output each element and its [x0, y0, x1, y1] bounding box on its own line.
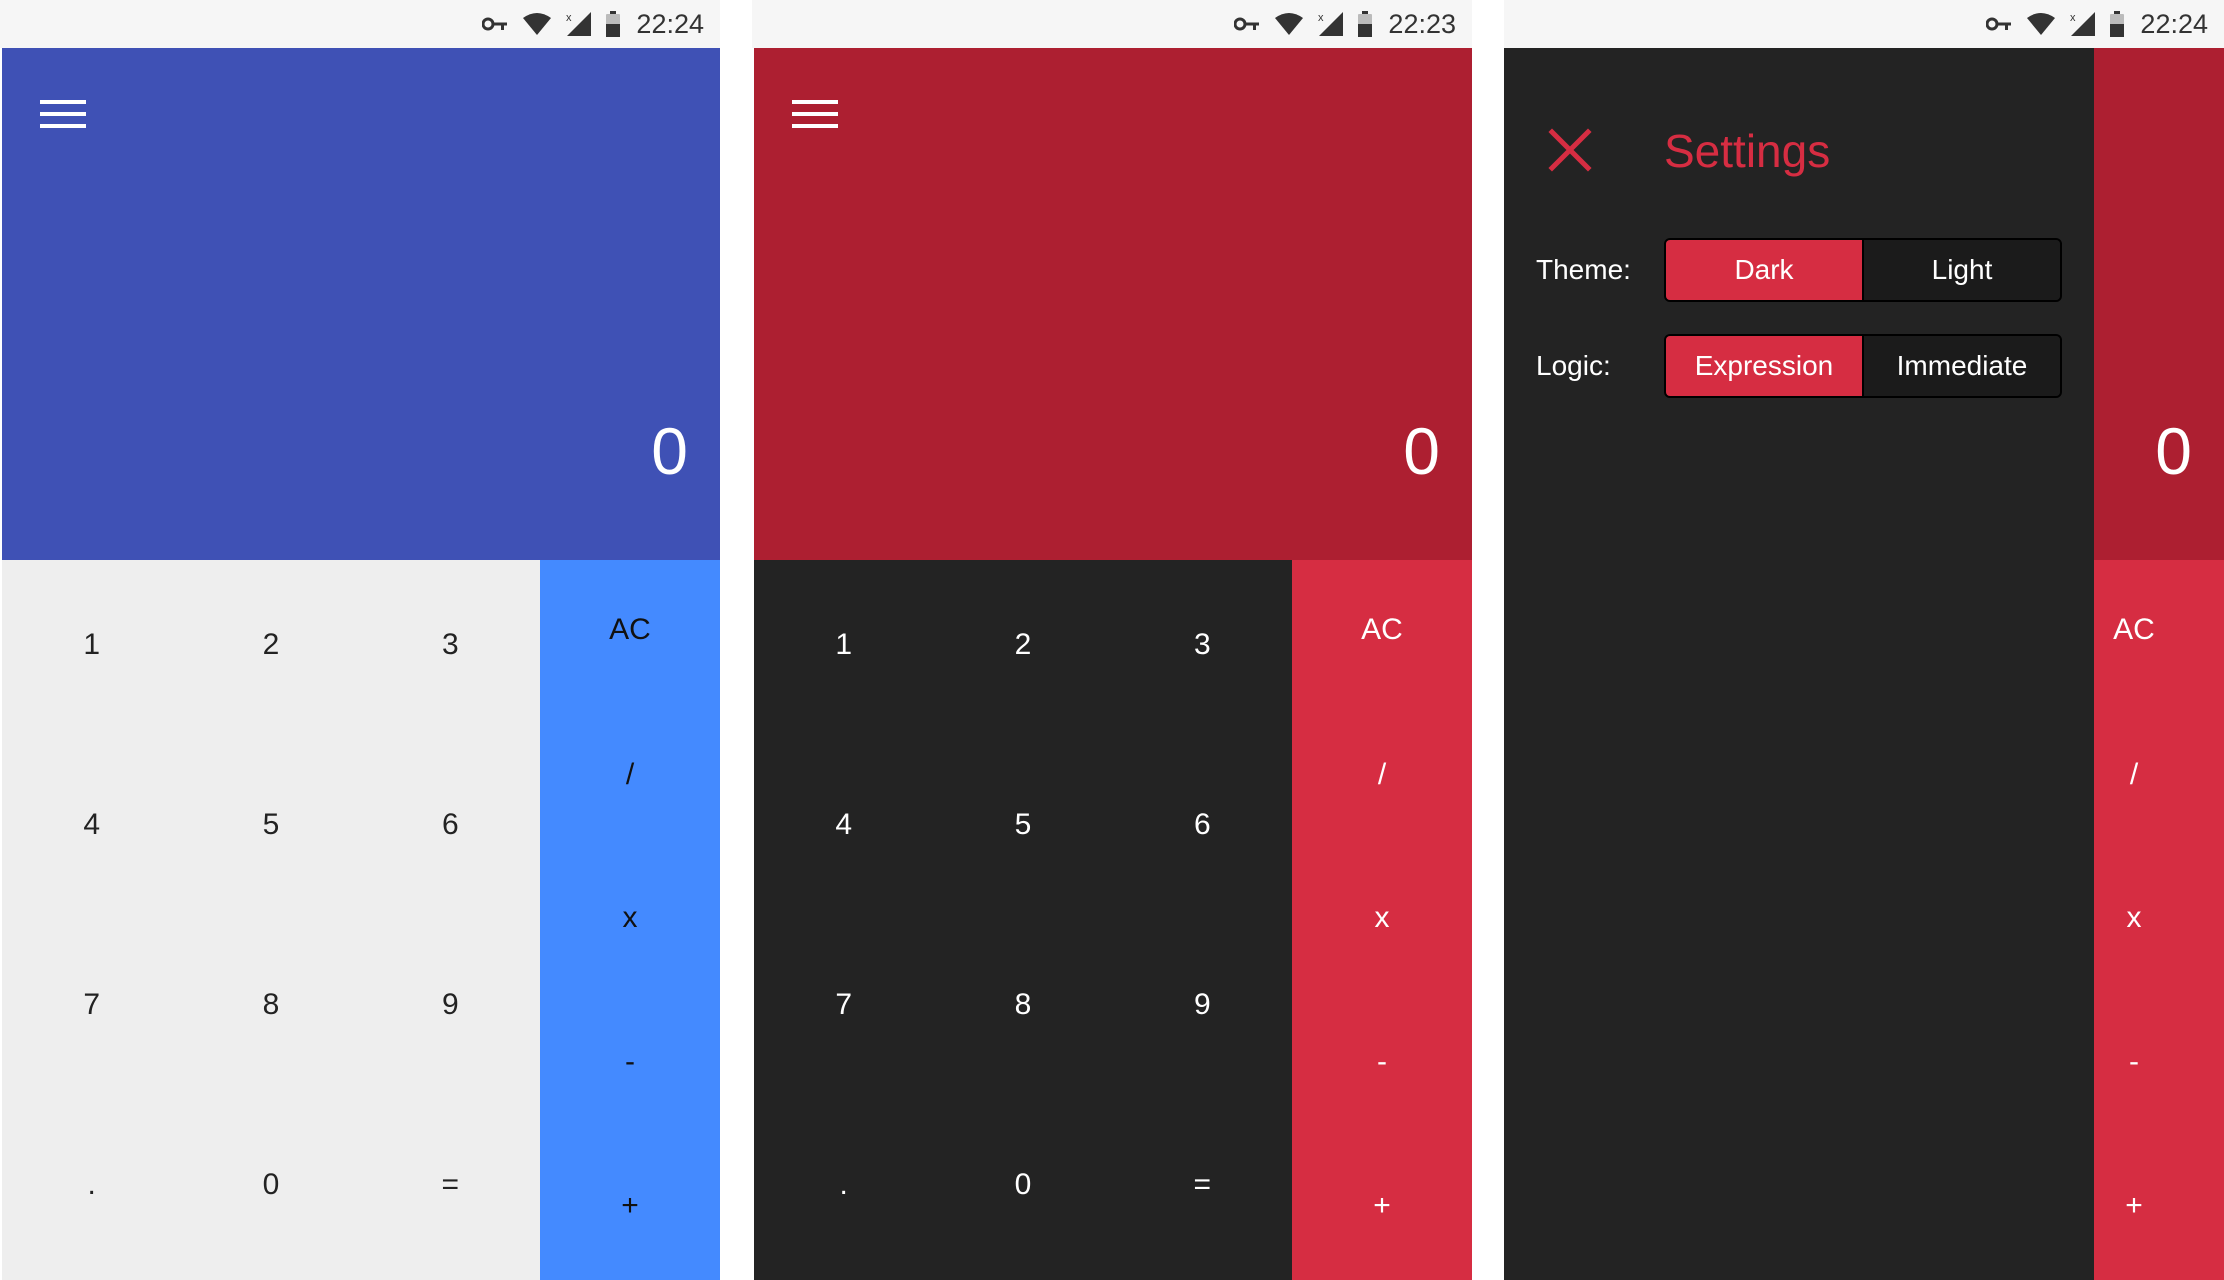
svg-text:x: x: [566, 12, 572, 24]
key-4[interactable]: 4: [754, 740, 933, 920]
key-5[interactable]: 5: [933, 740, 1112, 920]
theme-dark-option[interactable]: Dark: [1666, 240, 1862, 300]
divide-button[interactable]: /: [2094, 745, 2174, 805]
multiply-button[interactable]: x: [540, 888, 720, 948]
subtract-button[interactable]: -: [1292, 1032, 1472, 1092]
key-6[interactable]: 6: [1113, 740, 1292, 920]
calculator-screen-settings: x 22:24 0 AC / x - + Settings Theme: Dar…: [1504, 0, 2224, 1280]
operator-column: AC / x - +: [540, 560, 720, 1280]
menu-icon[interactable]: [38, 94, 88, 134]
theme-label: Theme:: [1536, 254, 1631, 285]
key-1[interactable]: 1: [754, 560, 933, 740]
key-5[interactable]: 5: [181, 740, 360, 920]
menu-icon[interactable]: [790, 94, 840, 134]
settings-drawer: Settings Theme: Dark Light Logic: Expres…: [1504, 48, 2094, 1280]
key-1[interactable]: 1: [2, 560, 181, 740]
vpn-key-icon: [482, 17, 508, 31]
status-time: 22:24: [2140, 8, 2208, 39]
key-3[interactable]: 3: [1113, 560, 1292, 740]
operator-column: AC / x - +: [2094, 560, 2224, 1280]
display-value: 0: [2155, 414, 2192, 488]
battery-icon: [1358, 11, 1373, 37]
status-time: 22:24: [636, 8, 704, 39]
clear-button[interactable]: AC: [2094, 600, 2174, 660]
status-bar: x 22:23: [752, 0, 1472, 48]
logic-label: Logic:: [1536, 350, 1611, 381]
key-2[interactable]: 2: [181, 560, 360, 740]
wifi-icon: [523, 13, 552, 35]
signal-no-data-icon: x: [1318, 12, 1344, 36]
operator-column: AC / x - +: [1292, 560, 1472, 1280]
status-bar: x 22:24: [0, 0, 720, 48]
add-button[interactable]: +: [1292, 1176, 1472, 1236]
logic-expression-option[interactable]: Expression: [1666, 336, 1862, 396]
battery-icon: [2110, 11, 2125, 37]
key-6[interactable]: 6: [361, 740, 540, 920]
settings-title: Settings: [1664, 125, 1831, 177]
status-time: 22:23: [1388, 8, 1456, 39]
key-9[interactable]: 9: [361, 920, 540, 1100]
key-decimal[interactable]: .: [754, 1100, 933, 1280]
number-keypad: 1 2 3 4 5 6 7 8 9 . 0 =: [754, 560, 1292, 1280]
key-decimal[interactable]: .: [2, 1100, 181, 1280]
key-9[interactable]: 9: [1113, 920, 1292, 1100]
wifi-icon: [1275, 13, 1304, 35]
number-keypad: 1 2 3 4 5 6 7 8 9 . 0 =: [2, 560, 540, 1280]
key-7[interactable]: 7: [754, 920, 933, 1100]
add-button[interactable]: +: [2094, 1176, 2174, 1236]
divide-button[interactable]: /: [1292, 745, 1472, 805]
key-8[interactable]: 8: [181, 920, 360, 1100]
theme-toggle: Dark Light: [1664, 238, 2062, 302]
subtract-button[interactable]: -: [540, 1032, 720, 1092]
signal-no-data-icon: x: [2070, 12, 2096, 36]
key-2[interactable]: 2: [933, 560, 1112, 740]
battery-icon: [606, 11, 621, 37]
multiply-button[interactable]: x: [2094, 888, 2174, 948]
close-icon[interactable]: [1548, 128, 1592, 172]
wifi-icon: [2027, 13, 2056, 35]
clear-button[interactable]: AC: [540, 600, 720, 660]
signal-no-data-icon: x: [566, 12, 592, 36]
logic-immediate-option[interactable]: Immediate: [1862, 336, 2060, 396]
key-3[interactable]: 3: [361, 560, 540, 740]
theme-light-option[interactable]: Light: [1862, 240, 2060, 300]
key-0[interactable]: 0: [933, 1100, 1112, 1280]
result-display: 0: [2094, 48, 2224, 560]
svg-text:x: x: [2070, 12, 2076, 24]
result-display: 0: [754, 48, 1472, 560]
add-button[interactable]: +: [540, 1176, 720, 1236]
calculator-screen-dark: x 22:23 0 1 2 3 4 5 6 7 8 9 . 0 = AC / x…: [752, 0, 1472, 1280]
key-0[interactable]: 0: [181, 1100, 360, 1280]
subtract-button[interactable]: -: [2094, 1032, 2174, 1092]
status-bar: x 22:24: [1504, 0, 2224, 48]
vpn-key-icon: [1986, 17, 2012, 31]
key-8[interactable]: 8: [933, 920, 1112, 1100]
key-equals[interactable]: =: [1113, 1100, 1292, 1280]
key-equals[interactable]: =: [361, 1100, 540, 1280]
key-4[interactable]: 4: [2, 740, 181, 920]
logic-toggle: Expression Immediate: [1664, 334, 2062, 398]
calculator-screen-light: x 22:24 0 1 2 3 4 5 6 7 8 9 . 0 = AC / x…: [0, 0, 720, 1280]
clear-button[interactable]: AC: [1292, 600, 1472, 660]
key-7[interactable]: 7: [2, 920, 181, 1100]
divide-button[interactable]: /: [540, 745, 720, 805]
vpn-key-icon: [1234, 17, 1260, 31]
display-value: 0: [1403, 414, 1440, 488]
result-display: 0: [2, 48, 720, 560]
display-value: 0: [651, 414, 688, 488]
multiply-button[interactable]: x: [1292, 888, 1472, 948]
svg-text:x: x: [1318, 12, 1324, 24]
